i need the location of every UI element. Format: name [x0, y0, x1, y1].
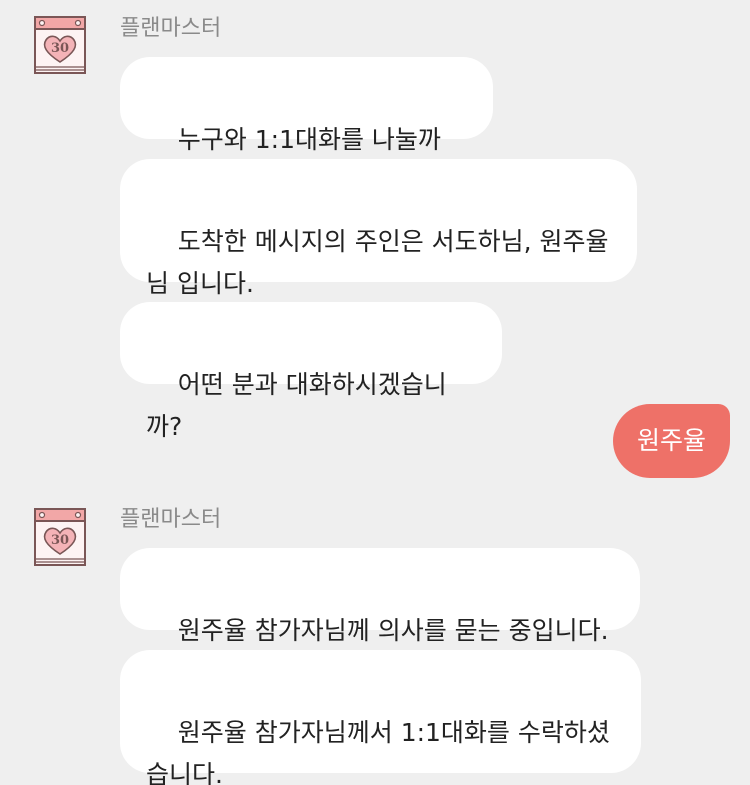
sender-name: 플랜마스터 — [120, 507, 222, 532]
chat-window: 30 플랜마스터 누구와 1:1대화를 나눌까요? 도착한 메시지의 주인은 서… — [0, 0, 750, 785]
bot-message-bubble: 원주율 참가자님께서 1:1대화를 수락하셨 습니다. — [120, 650, 641, 785]
message-text: 어떤 분과 대화하시겠습니까? — [146, 370, 447, 441]
avatar-number: 30 — [51, 533, 69, 548]
bot-message-bubble: 원주율 참가자님께 의사를 묻는 중입니다. — [120, 548, 640, 645]
message-text: 원주율 — [636, 426, 706, 455]
bot-message-bubble: 도착한 메시지의 주인은 서도하님, 원주율 님 입니다. — [120, 159, 637, 298]
calendar-heart-avatar-icon[interactable]: 30 — [34, 16, 86, 74]
user-message-bubble: 원주율 — [612, 404, 730, 478]
message-text: 도착한 메시지의 주인은 서도하님, 원주율 님 입니다. — [146, 227, 609, 298]
bot-message-bubble: 어떤 분과 대화하시겠습니까? — [120, 302, 502, 441]
message-text: 원주율 참가자님께 의사를 묻는 중입니다. — [177, 616, 609, 645]
avatar-number: 30 — [51, 41, 69, 56]
message-text: 원주율 참가자님께서 1:1대화를 수락하셨 습니다. — [146, 718, 610, 785]
sender-name: 플랜마스터 — [120, 16, 222, 41]
calendar-heart-avatar-icon[interactable]: 30 — [34, 508, 86, 566]
bot-message-bubble: 누구와 1:1대화를 나눌까요? — [120, 57, 493, 196]
